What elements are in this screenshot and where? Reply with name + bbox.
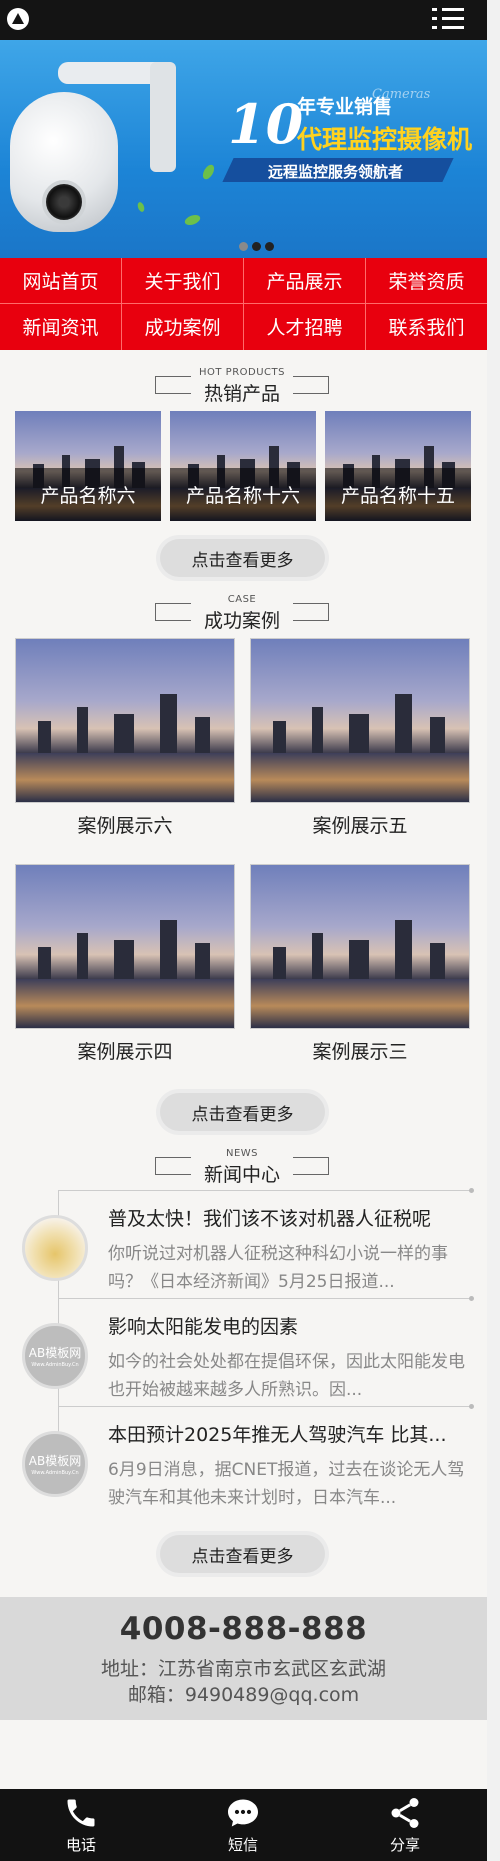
camera-mount bbox=[150, 62, 176, 172]
leaf-decoration bbox=[136, 201, 146, 213]
news-desc: 你听说过对机器人征税这种科幻小说一样的事吗？《日本经济新闻》5月25日报道... bbox=[108, 1244, 448, 1292]
main-nav: 网站首页 关于我们 产品展示 荣誉资质 新闻资讯 成功案例 人才招聘 联系我们 bbox=[0, 258, 487, 350]
product-card[interactable]: 产品名称十六 bbox=[170, 411, 316, 521]
contact-address: 地址：江苏省南京市玄武区玄武湖 bbox=[100, 1658, 386, 1680]
message-icon bbox=[228, 1799, 258, 1827]
share-icon bbox=[391, 1798, 419, 1828]
nav-item-products[interactable]: 产品展示 bbox=[244, 258, 365, 303]
nav-item-honors[interactable]: 荣誉资质 bbox=[366, 258, 487, 303]
product-name: 产品名称十五 bbox=[325, 468, 471, 521]
footer-label: 电话 bbox=[65, 1836, 96, 1854]
slider-dot[interactable] bbox=[265, 242, 274, 251]
banner-cameras: Cameras bbox=[372, 87, 431, 102]
contact-phone[interactable]: 4008-888-888 bbox=[0, 1611, 487, 1647]
menu-icon[interactable] bbox=[432, 6, 464, 32]
section-title: 成功案例 bbox=[203, 610, 280, 632]
cases-more-button[interactable]: 点击查看更多 bbox=[160, 1093, 325, 1131]
leaf-decoration bbox=[183, 213, 202, 227]
contact-block: 4008-888-888 地址：江苏省南京市玄武区玄武湖 邮箱：9490489@… bbox=[0, 1597, 487, 1720]
scrollbar[interactable] bbox=[487, 0, 500, 1861]
product-card[interactable]: 产品名称六 bbox=[15, 411, 161, 521]
section-en-title: HOT PRODUCTS bbox=[199, 367, 285, 378]
product-card[interactable]: 产品名称十五 bbox=[325, 411, 471, 521]
footer-share-button[interactable]: 分享 bbox=[324, 1789, 486, 1861]
news-desc: 如今的社会处处都在提倡环保，因此太阳能发电也开始被越来越多人所熟识。因... bbox=[108, 1352, 465, 1400]
banner-slider[interactable]: 10 年专业销售 Cameras 代理监控摄像机 远程监控服务领航者 bbox=[0, 40, 487, 258]
nav-item-jobs[interactable]: 人才招聘 bbox=[244, 304, 365, 349]
case-image[interactable] bbox=[15, 638, 235, 803]
section-header-cases: CASE 成功案例 bbox=[155, 594, 329, 632]
nav-divider bbox=[365, 258, 366, 350]
nav-item-contact[interactable]: 联系我们 bbox=[366, 304, 487, 349]
news-title[interactable]: 影响太阳能发电的因素 bbox=[108, 1312, 474, 1339]
top-bar bbox=[0, 0, 487, 40]
camera-lens bbox=[42, 180, 86, 224]
nav-divider bbox=[243, 258, 244, 350]
slider-dot[interactable] bbox=[239, 242, 248, 251]
nav-item-home[interactable]: 网站首页 bbox=[0, 258, 121, 303]
section-header-news: NEWS 新闻中心 bbox=[155, 1148, 329, 1186]
case-title[interactable]: 案例展示四 bbox=[15, 1037, 235, 1064]
nav-item-news[interactable]: 新闻资讯 bbox=[0, 304, 121, 349]
news-title[interactable]: 普及太快！我们该不该对机器人征税呢 bbox=[108, 1204, 474, 1231]
news-more-button[interactable]: 点击查看更多 bbox=[160, 1535, 325, 1573]
news-item[interactable]: AB模板网 Www.AdminBuy.Cn 本田预计2025年推无人驾驶汽车 比其… bbox=[22, 1404, 474, 1514]
section-title: 热销产品 bbox=[203, 383, 280, 405]
phone-icon bbox=[67, 1799, 95, 1827]
news-item[interactable]: 普及太快！我们该不该对机器人征税呢 你听说过对机器人征税这种科幻小说一样的事吗？… bbox=[22, 1188, 474, 1298]
logo-icon[interactable] bbox=[7, 8, 29, 30]
case-image[interactable] bbox=[250, 638, 470, 803]
banner-line2: 代理监控摄像机 bbox=[297, 125, 473, 154]
section-en-title: NEWS bbox=[225, 1148, 259, 1159]
section-en-title: CASE bbox=[227, 594, 257, 605]
news-item[interactable]: AB模板网 Www.AdminBuy.Cn 影响太阳能发电的因素 如今的社会处处都… bbox=[22, 1296, 474, 1406]
footer-message-button[interactable]: 短信 bbox=[162, 1789, 324, 1861]
news-desc: 6月9日消息，据CNET报道，过去在谈论无人驾驶汽车和其他未来计划时，日本汽车.… bbox=[108, 1460, 465, 1508]
case-title[interactable]: 案例展示六 bbox=[15, 811, 235, 838]
nav-item-cases[interactable]: 成功案例 bbox=[122, 304, 243, 349]
leaf-decoration bbox=[200, 162, 217, 182]
slider-dot[interactable] bbox=[252, 242, 261, 251]
footer-label: 短信 bbox=[227, 1836, 258, 1854]
product-name: 产品名称十六 bbox=[170, 468, 316, 521]
banner-line3: 远程监控服务领航者 bbox=[268, 163, 404, 181]
news-thumbnail bbox=[22, 1215, 88, 1281]
nav-item-about[interactable]: 关于我们 bbox=[122, 258, 243, 303]
product-name: 产品名称六 bbox=[15, 468, 161, 521]
section-header-products: HOT PRODUCTS 热销产品 bbox=[155, 367, 329, 405]
nav-divider bbox=[121, 258, 122, 350]
footer-phone-button[interactable]: 电话 bbox=[0, 1789, 162, 1861]
slider-dots bbox=[239, 236, 278, 255]
banner-number: 10 bbox=[228, 92, 304, 156]
bottom-toolbar: 电话 短信 分享 bbox=[0, 1789, 487, 1861]
news-title[interactable]: 本田预计2025年推无人驾驶汽车 比其... bbox=[108, 1420, 474, 1447]
footer-label: 分享 bbox=[389, 1836, 420, 1854]
case-title[interactable]: 案例展示五 bbox=[250, 811, 470, 838]
case-title[interactable]: 案例展示三 bbox=[250, 1037, 470, 1064]
contact-email[interactable]: 邮箱：9490489@qq.com bbox=[0, 1680, 487, 1707]
news-thumbnail: AB模板网 Www.AdminBuy.Cn bbox=[22, 1323, 88, 1389]
case-image[interactable] bbox=[250, 864, 470, 1029]
case-image[interactable] bbox=[15, 864, 235, 1029]
section-title: 新闻中心 bbox=[203, 1164, 280, 1186]
news-thumbnail: AB模板网 Www.AdminBuy.Cn bbox=[22, 1431, 88, 1497]
products-more-button[interactable]: 点击查看更多 bbox=[160, 539, 325, 577]
